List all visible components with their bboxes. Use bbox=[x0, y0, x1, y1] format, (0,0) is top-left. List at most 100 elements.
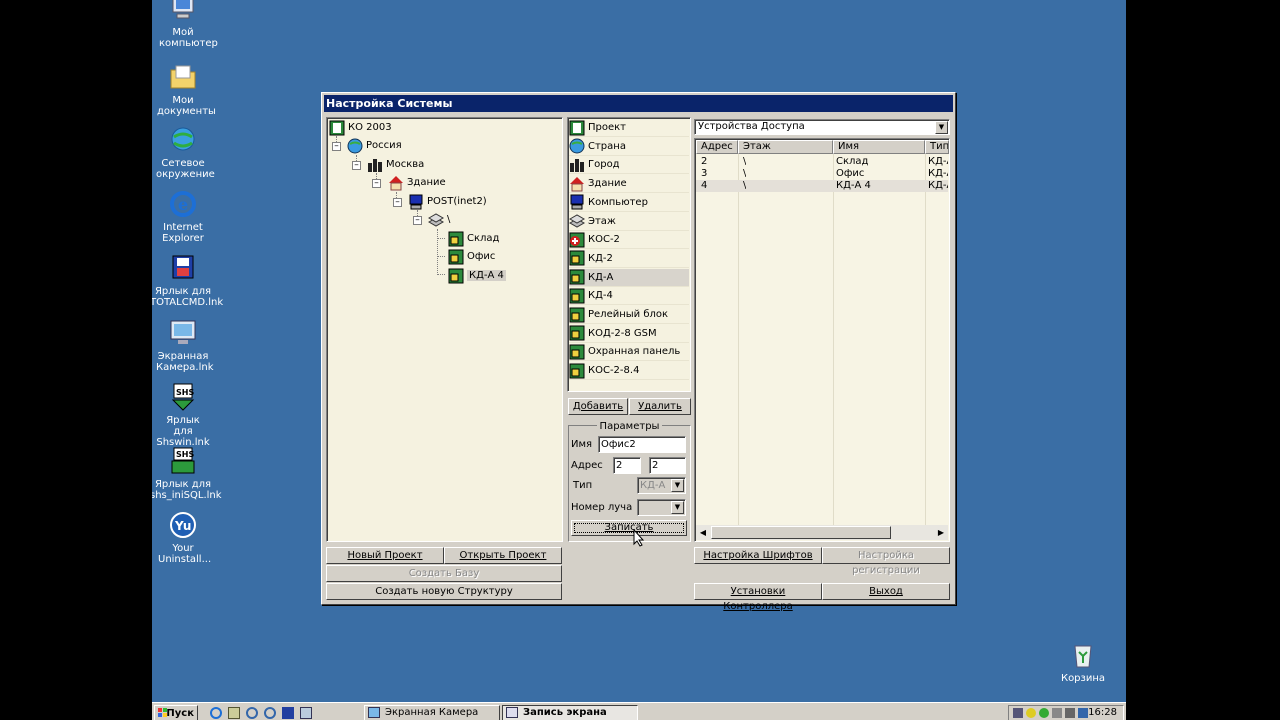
device-board-icon bbox=[569, 344, 585, 360]
type-list-label: Компьютер bbox=[588, 196, 648, 208]
device-board-icon bbox=[448, 231, 464, 247]
task-screen-camera[interactable]: Экранная Камера bbox=[364, 705, 500, 720]
type-list-item[interactable]: Охранная панель bbox=[569, 343, 689, 362]
tree-node-city[interactable]: Москва bbox=[367, 156, 424, 173]
chevron-down-icon[interactable]: ▼ bbox=[671, 501, 684, 514]
tree-node-project[interactable]: КО 2003 bbox=[329, 119, 392, 136]
city-icon bbox=[569, 157, 585, 173]
grid-header-floor[interactable]: Этаж bbox=[738, 140, 833, 154]
desktop-icon-ie[interactable]: e Internet Explorer bbox=[152, 189, 221, 244]
create-structure-button[interactable]: Создать новую Структуру bbox=[326, 583, 562, 600]
refresh-quicklaunch-icon[interactable] bbox=[264, 707, 276, 719]
table-row[interactable]: 3 \ Офис КД-А bbox=[696, 168, 948, 180]
scroll-thumb[interactable] bbox=[711, 526, 891, 539]
type-select[interactable]: КД-А ▼ bbox=[637, 477, 686, 494]
tree-node-device-selected[interactable]: КД-А 4 bbox=[448, 267, 506, 284]
object-type-list[interactable]: Проект Страна Город Здание Компьютер Этаж КОС-… bbox=[567, 117, 691, 392]
new-project-button[interactable]: Новый Проект bbox=[326, 547, 444, 564]
tree-node-device[interactable]: Офис bbox=[448, 248, 495, 265]
type-list-item[interactable]: Здание bbox=[569, 175, 689, 194]
address-input-1[interactable]: 2 bbox=[613, 457, 641, 474]
device-category-select[interactable]: Устройства Доступа ▼ bbox=[694, 119, 950, 135]
tree-expander[interactable]: – bbox=[393, 198, 402, 207]
type-list-item[interactable]: Проект bbox=[569, 119, 689, 137]
structure-tree[interactable]: – – – – – КО 2003 Россия Москва Здание P… bbox=[326, 117, 563, 542]
network-tray-icon[interactable] bbox=[1013, 708, 1023, 718]
device-board-icon bbox=[569, 288, 585, 304]
table-row[interactable]: 4 \ КД-А 4 КД-А bbox=[696, 180, 948, 192]
font-settings-button[interactable]: Настройка Шрифтов bbox=[694, 547, 822, 564]
type-list-item[interactable]: КД-2 bbox=[569, 250, 689, 268]
address-input-2[interactable]: 2 bbox=[649, 457, 686, 474]
device-grid[interactable]: Адрес Этаж Имя Тип 2\СкладКД-А3\ОфисКД-А… bbox=[694, 138, 950, 542]
type-list-item[interactable]: Страна bbox=[569, 138, 689, 156]
tree-expander[interactable]: – bbox=[332, 142, 341, 151]
type-list-item[interactable]: КОС-2-8.4 bbox=[569, 362, 689, 381]
device-board-icon bbox=[569, 250, 585, 266]
address-label: Адрес bbox=[571, 460, 603, 471]
desktop-icon-totalcmd[interactable]: Ярлык для TOTALCMD.lnk bbox=[152, 253, 223, 308]
scroll-right-icon[interactable]: ▶ bbox=[934, 525, 948, 540]
save-button[interactable]: Записать bbox=[571, 520, 687, 536]
desktop-icon-my-documents[interactable]: Мои документы bbox=[152, 62, 221, 117]
desktop-icon-shswin[interactable]: SHS Ярлык для Shswin.lnk bbox=[152, 382, 221, 448]
grid-header-name[interactable]: Имя bbox=[833, 140, 925, 154]
create-database-button[interactable]: Создать Базу bbox=[326, 565, 562, 582]
tree-node-building[interactable]: Здание bbox=[388, 174, 446, 191]
type-list-item[interactable]: Компьютер bbox=[569, 194, 689, 212]
settings-tray-icon[interactable] bbox=[1052, 708, 1062, 718]
volume-tray-icon[interactable] bbox=[1065, 708, 1075, 718]
exit-button[interactable]: Выход bbox=[822, 583, 950, 600]
display-tray-icon[interactable] bbox=[1078, 708, 1088, 718]
desktop-icon-shs-inisql[interactable]: SHS Ярлык для shs_iniSQL.lnk bbox=[152, 446, 222, 501]
table-row[interactable]: 2 \ Склад КД-А bbox=[696, 156, 948, 168]
tree-expander[interactable]: – bbox=[372, 179, 381, 188]
tree-node-floor[interactable]: \ bbox=[427, 211, 450, 228]
task-screen-recording[interactable]: Запись экрана bbox=[502, 705, 638, 720]
shield-tray-icon[interactable] bbox=[1026, 708, 1036, 718]
system-settings-window: Настройка Системы – – – – – КО 2003 Росс… bbox=[321, 92, 956, 612]
monitor-quicklaunch-icon[interactable] bbox=[300, 707, 312, 719]
parameters-title: Параметры bbox=[569, 421, 690, 432]
controller-settings-button[interactable]: Установки Контроллера bbox=[694, 583, 822, 612]
chevron-down-icon[interactable]: ▼ bbox=[935, 121, 948, 134]
tree-node-device[interactable]: Склад bbox=[448, 230, 499, 247]
type-list-item[interactable]: Город bbox=[569, 156, 689, 175]
desktop-icon-recycle-bin[interactable]: Корзина bbox=[1045, 640, 1121, 684]
desktop-icon-my-computer[interactable]: Мой компьютер bbox=[152, 0, 221, 49]
type-list-item[interactable]: КД-А bbox=[569, 268, 689, 287]
parameters-group: Параметры Имя Офис2 Адрес 2 2 Тип КД-А ▼… bbox=[568, 421, 691, 542]
chevron-down-icon[interactable]: ▼ bbox=[671, 479, 684, 492]
desktop-icon-your-uninstaller[interactable]: Yu Your Uninstall... bbox=[152, 510, 221, 565]
tree-node-computer[interactable]: POST(inet2) bbox=[408, 193, 487, 210]
type-list-item[interactable]: Релейный блок bbox=[569, 306, 689, 324]
tree-expander[interactable]: – bbox=[352, 161, 361, 170]
ray-number-select[interactable]: ▼ bbox=[637, 499, 686, 516]
tool-quicklaunch-icon[interactable] bbox=[228, 707, 240, 719]
scroll-left-icon[interactable]: ◀ bbox=[696, 525, 710, 540]
type-list-item[interactable]: КД-4 bbox=[569, 287, 689, 306]
desktop-icon-network[interactable]: Сетевое окружение bbox=[152, 125, 221, 180]
registration-settings-button[interactable]: Настройка регистрации bbox=[822, 547, 950, 576]
desktop-icon-screen-camera[interactable]: Экранная Камера.lnk bbox=[152, 318, 221, 373]
type-list-item[interactable]: КОС-2 bbox=[569, 231, 689, 250]
ie-quicklaunch-icon[interactable] bbox=[210, 707, 222, 719]
disk-quicklaunch-icon[interactable] bbox=[282, 707, 294, 719]
tree-expander[interactable]: – bbox=[413, 216, 422, 225]
horizontal-scrollbar[interactable]: ◀ ▶ bbox=[696, 525, 948, 540]
grid-column-line bbox=[925, 154, 926, 525]
grid-header-address[interactable]: Адрес bbox=[696, 140, 738, 154]
type-list-item[interactable]: Этаж bbox=[568, 213, 689, 231]
windows-logo-icon bbox=[158, 708, 168, 718]
add-button[interactable]: Добавить bbox=[568, 398, 628, 415]
type-list-item[interactable]: КОД-2-8 GSM bbox=[569, 325, 689, 343]
delete-button[interactable]: Удалить bbox=[629, 398, 691, 415]
globe-quicklaunch-icon[interactable] bbox=[246, 707, 258, 719]
name-input[interactable]: Офис2 bbox=[598, 436, 686, 453]
antivirus-tray-icon[interactable] bbox=[1039, 708, 1049, 718]
tree-node-country[interactable]: Россия bbox=[347, 137, 402, 154]
start-button[interactable]: Пуск bbox=[154, 705, 198, 720]
window-titlebar[interactable]: Настройка Системы bbox=[324, 95, 953, 112]
grid-header-type[interactable]: Тип bbox=[925, 140, 949, 154]
open-project-button[interactable]: Открыть Проект bbox=[444, 547, 562, 564]
